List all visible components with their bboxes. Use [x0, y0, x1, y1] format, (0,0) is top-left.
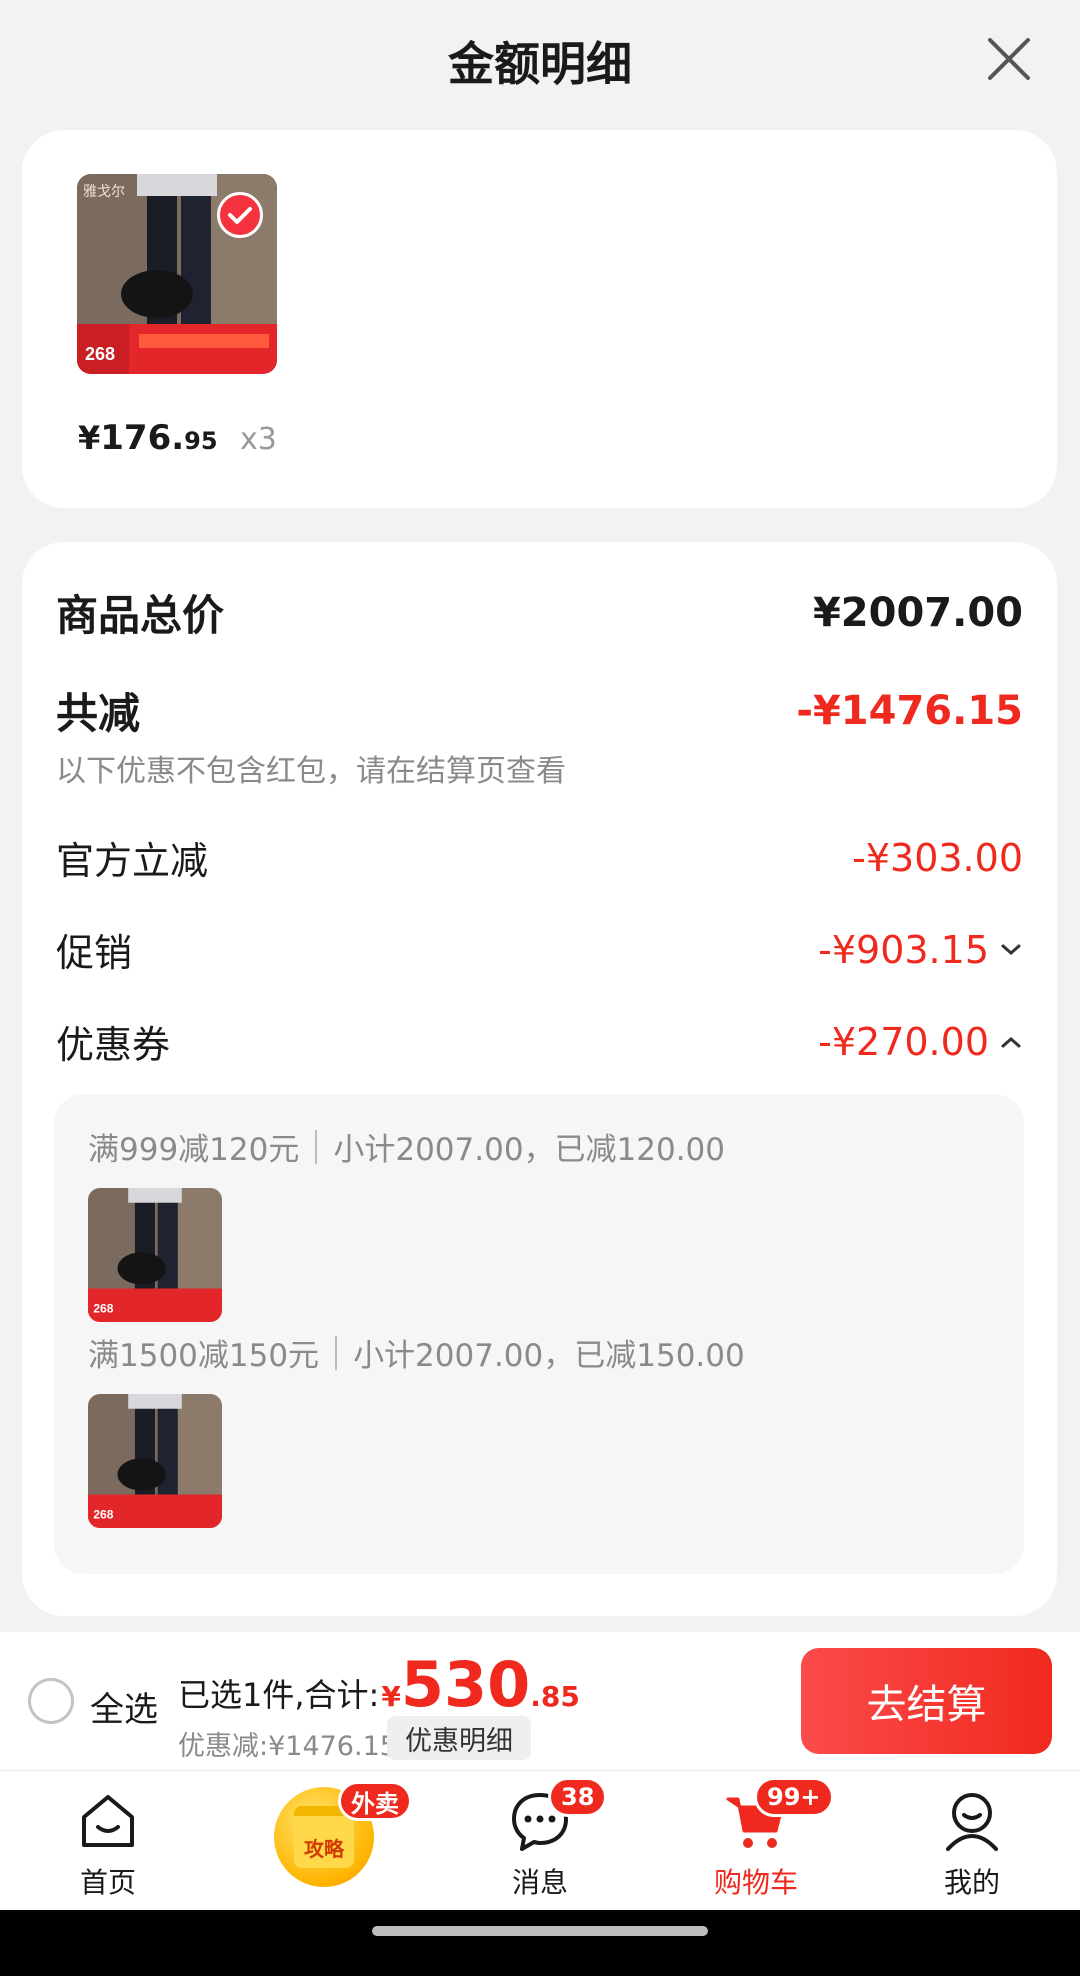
coupon-value: -¥270.00 — [818, 1019, 989, 1064]
coupon-label: 优惠券 — [56, 1023, 171, 1067]
takeout-badge: 外卖 — [338, 1781, 412, 1821]
chevron-down-icon[interactable] — [999, 938, 1023, 962]
coupon-detail: 小计2007.00，已减150.00 — [353, 1338, 745, 1374]
product-quantity: x3 — [240, 422, 277, 457]
total-decimal: .85 — [530, 1680, 580, 1713]
total-label: 商品总价 — [56, 591, 225, 640]
tab-messages[interactable]: 消息 — [432, 1771, 648, 1911]
page-title: 金额明细 — [448, 37, 632, 91]
coupon-detail-box: 满999减120元 小计2007.00，已减120.00 268 满1500减1… — [54, 1094, 1024, 1574]
total-row: 商品总价 ¥2007.00 — [56, 582, 1023, 643]
total-value: ¥2007.00 — [812, 589, 1023, 636]
promo-row[interactable]: 促销 -¥903.15 — [56, 922, 1023, 977]
tab-label-home: 首页 — [79, 1866, 136, 1899]
tab-label-cart: 购物车 — [713, 1866, 798, 1899]
coupon-value-wrap[interactable]: -¥270.00 — [818, 1020, 1023, 1064]
tab-label-mine: 我的 — [943, 1866, 1000, 1899]
coupon-title: 满1500减150元 — [88, 1338, 320, 1374]
reduced-label: 共减 — [56, 689, 141, 738]
svg-text:268: 268 — [93, 1302, 113, 1316]
selected-check-icon[interactable] — [217, 192, 263, 238]
promo-value: -¥903.15 — [818, 927, 989, 972]
official-label: 官方立减 — [56, 839, 209, 883]
coupon-line-2: 满1500减150元 小计2007.00，已减150.00 — [88, 1330, 745, 1375]
messages-count-badge: 38 — [548, 1777, 608, 1817]
home-icon — [82, 1795, 134, 1847]
coupon-row[interactable]: 优惠券 -¥270.00 — [56, 1014, 1023, 1069]
select-all-label[interactable]: 全选 — [90, 1682, 158, 1731]
checkout-bar: 全选 已选1件,合计: ¥ 530 .85 优惠减:¥1476.15 优惠明细 … — [0, 1632, 1080, 1770]
modal-header: 金额明细 — [0, 0, 1080, 122]
coupon-line-1: 满999减120元 小计2007.00，已减120.00 — [88, 1124, 725, 1169]
discount-detail-button[interactable]: 优惠明细 — [387, 1716, 531, 1760]
divider — [315, 1129, 318, 1164]
coupon-product-thumbnail[interactable]: 268 — [88, 1188, 222, 1322]
divider — [335, 1335, 338, 1370]
coupon-product-thumbnail[interactable]: 268 — [88, 1394, 222, 1528]
promo-text: 攻略 — [304, 1837, 344, 1861]
checkout-button[interactable]: 去结算 — [801, 1648, 1052, 1754]
product-unit-price: ¥176.95 — [78, 418, 218, 458]
product-thumbnail[interactable]: 268 雅戈尔 — [77, 174, 277, 374]
selected-summary: 已选1件,合计: ¥ 530 .85 — [178, 1654, 580, 1716]
bottom-tab-bar: 首页 攻略 外卖 消息 38 购物车 99+ 我的 — [0, 1770, 1080, 1910]
promo-value-wrap[interactable]: -¥903.15 — [818, 928, 1023, 972]
svg-text:雅戈尔: 雅戈尔 — [83, 184, 125, 200]
promo-label: 促销 — [56, 931, 133, 975]
official-value: -¥303.00 — [852, 835, 1023, 880]
cart-count-badge: 99+ — [754, 1777, 834, 1817]
select-all-radio[interactable] — [28, 1678, 74, 1724]
close-icon[interactable] — [984, 34, 1034, 84]
discount-note: 以下优惠不包含红包，请在结算页查看 — [56, 754, 566, 789]
discount-summary: 优惠减:¥1476.15 — [178, 1731, 397, 1762]
home-indicator[interactable] — [372, 1926, 708, 1936]
total-amount: 530 — [400, 1648, 531, 1721]
tab-mine[interactable]: 我的 — [864, 1771, 1080, 1911]
coupon-title: 满999减120元 — [88, 1132, 300, 1168]
product-image: 268 — [88, 1394, 222, 1528]
product-card: 268 雅戈尔 ¥176.95 x3 — [22, 130, 1057, 508]
system-nav-bar — [0, 1910, 1080, 1976]
tab-label-messages: 消息 — [511, 1866, 568, 1899]
coupon-detail: 小计2007.00，已减120.00 — [333, 1132, 726, 1168]
price-detail-card: 商品总价 ¥2007.00 共减 -¥1476.15 以下优惠不包含红包，请在结… — [22, 542, 1057, 1616]
reduced-row: 共减 -¥1476.15 — [56, 680, 1023, 741]
chevron-up-icon[interactable] — [999, 1030, 1023, 1054]
selected-prefix: 已选1件,合计: — [178, 1676, 380, 1714]
reduced-value: -¥1476.15 — [796, 687, 1023, 734]
tab-home[interactable]: 首页 — [0, 1771, 216, 1911]
product-image: 268 — [88, 1188, 222, 1322]
official-discount-row: 官方立减 -¥303.00 — [56, 830, 1023, 885]
user-icon — [946, 1793, 998, 1851]
thumb-price: 268 — [85, 344, 115, 364]
total-currency: ¥ — [381, 1680, 401, 1713]
svg-text:268: 268 — [93, 1508, 113, 1522]
